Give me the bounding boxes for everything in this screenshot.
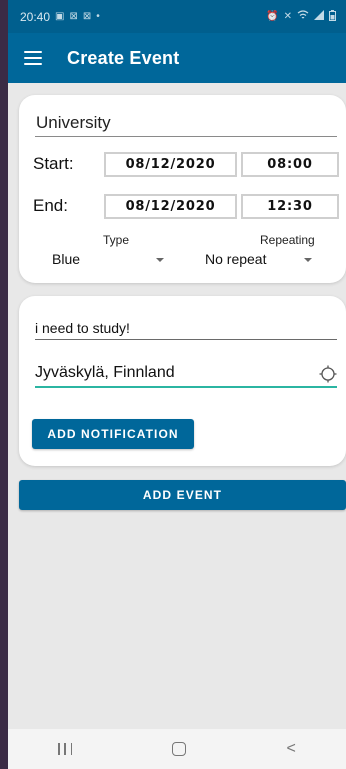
type-label: Type [103, 233, 130, 247]
repeating-chevron-down-icon[interactable] [304, 258, 312, 262]
event-title-input[interactable]: University [35, 113, 337, 137]
end-label: End: [33, 196, 68, 215]
type-chevron-down-icon[interactable] [156, 258, 164, 262]
gps-target-icon[interactable] [319, 365, 337, 383]
type-select[interactable]: Blue [52, 251, 80, 267]
details-card: i need to study! Jyväskylä, Finnland ADD… [19, 296, 346, 466]
status-time: 20:40 [20, 9, 51, 24]
home-icon[interactable] [172, 742, 187, 756]
start-time-field[interactable]: 08:00 [241, 152, 339, 177]
location-text: Jyväskylä, Finnland [35, 364, 175, 381]
status-right: ⏰ ✕ [266, 9, 336, 24]
description-input[interactable]: i need to study! [35, 320, 337, 340]
wifi-icon [297, 10, 309, 23]
event-card: University Start: 08/12/2020 08:00 End: … [19, 95, 346, 283]
status-left: 20:40 ▣ ⊠ ⊠ • [20, 10, 100, 24]
back-icon[interactable]: < [287, 740, 296, 758]
location-input[interactable]: Jyväskylä, Finnland [35, 364, 337, 388]
mail-icon: ⊠ [69, 11, 78, 22]
app-bar: Create Event [8, 33, 346, 83]
end-date-field[interactable]: 08/12/2020 [104, 194, 237, 219]
mail-icon: ⊠ [82, 11, 92, 22]
description-text: i need to study! [35, 320, 130, 336]
page-title: Create Event [67, 47, 180, 68]
start-date-field[interactable]: 08/12/2020 [104, 152, 237, 177]
end-time-field[interactable]: 12:30 [241, 194, 339, 219]
menu-icon[interactable] [24, 51, 42, 65]
repeating-label: Repeating [260, 233, 315, 247]
battery-icon [329, 9, 336, 24]
repeating-select[interactable]: No repeat [205, 251, 266, 267]
system-nav-bar: < [8, 729, 346, 769]
phone-screen: 20:40 ▣ ⊠ ⊠ • ⏰ ✕ Create Event Universit… [8, 0, 346, 769]
dot-icon: • [96, 11, 100, 22]
signal-icon [314, 10, 324, 23]
add-notification-button[interactable]: ADD NOTIFICATION [32, 419, 194, 449]
start-label: Start: [33, 154, 74, 173]
image-icon: ▣ [55, 11, 65, 22]
add-event-button[interactable]: ADD EVENT [19, 480, 346, 510]
alarm-icon: ⏰ [266, 11, 279, 22]
status-bar: 20:40 ▣ ⊠ ⊠ • ⏰ ✕ [8, 0, 346, 33]
recents-icon[interactable] [58, 743, 73, 755]
mute-icon: ✕ [283, 11, 292, 22]
